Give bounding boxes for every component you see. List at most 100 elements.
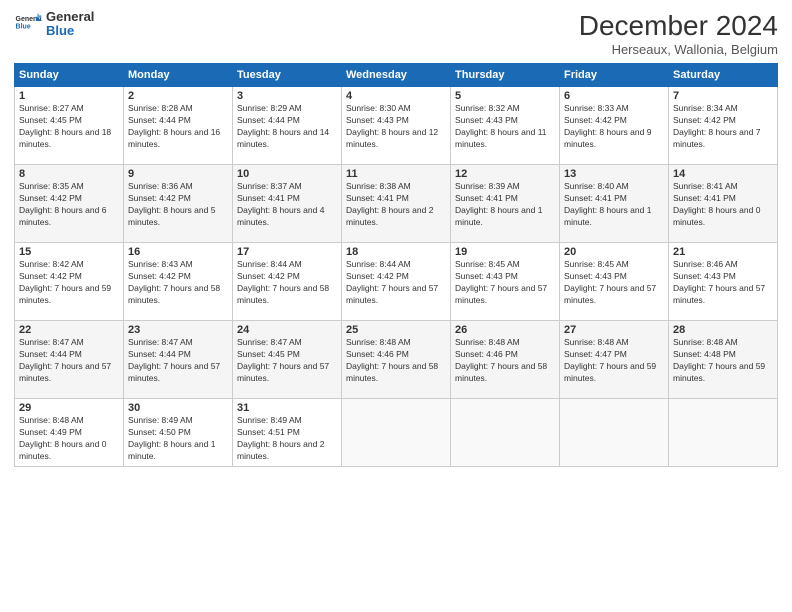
day-header-tuesday: Tuesday bbox=[233, 64, 342, 87]
calendar-cell: 24Sunrise: 8:47 AMSunset: 4:45 PMDayligh… bbox=[233, 321, 342, 399]
day-info: Sunrise: 8:39 AMSunset: 4:41 PMDaylight:… bbox=[455, 181, 555, 229]
day-info: Sunrise: 8:42 AMSunset: 4:42 PMDaylight:… bbox=[19, 259, 119, 307]
day-number: 7 bbox=[673, 90, 773, 102]
logo-line2: Blue bbox=[46, 23, 74, 38]
calendar-cell: 25Sunrise: 8:48 AMSunset: 4:46 PMDayligh… bbox=[342, 321, 451, 399]
day-number: 27 bbox=[564, 324, 664, 336]
day-number: 15 bbox=[19, 246, 119, 258]
calendar-cell bbox=[560, 399, 669, 467]
calendar-cell: 31Sunrise: 8:49 AMSunset: 4:51 PMDayligh… bbox=[233, 399, 342, 467]
day-info: Sunrise: 8:43 AMSunset: 4:42 PMDaylight:… bbox=[128, 259, 228, 307]
calendar-header-row: SundayMondayTuesdayWednesdayThursdayFrid… bbox=[15, 64, 778, 87]
calendar-cell: 2Sunrise: 8:28 AMSunset: 4:44 PMDaylight… bbox=[124, 87, 233, 165]
day-info: Sunrise: 8:28 AMSunset: 4:44 PMDaylight:… bbox=[128, 103, 228, 151]
svg-text:Blue: Blue bbox=[16, 24, 31, 31]
calendar-cell: 10Sunrise: 8:37 AMSunset: 4:41 PMDayligh… bbox=[233, 165, 342, 243]
day-number: 6 bbox=[564, 90, 664, 102]
calendar-cell: 1Sunrise: 8:27 AMSunset: 4:45 PMDaylight… bbox=[15, 87, 124, 165]
day-info: Sunrise: 8:48 AMSunset: 4:47 PMDaylight:… bbox=[564, 337, 664, 385]
calendar-cell: 15Sunrise: 8:42 AMSunset: 4:42 PMDayligh… bbox=[15, 243, 124, 321]
calendar-cell: 7Sunrise: 8:34 AMSunset: 4:42 PMDaylight… bbox=[669, 87, 778, 165]
day-info: Sunrise: 8:30 AMSunset: 4:43 PMDaylight:… bbox=[346, 103, 446, 151]
day-info: Sunrise: 8:32 AMSunset: 4:43 PMDaylight:… bbox=[455, 103, 555, 151]
calendar-cell: 8Sunrise: 8:35 AMSunset: 4:42 PMDaylight… bbox=[15, 165, 124, 243]
day-number: 8 bbox=[19, 168, 119, 180]
day-number: 23 bbox=[128, 324, 228, 336]
day-number: 17 bbox=[237, 246, 337, 258]
day-number: 20 bbox=[564, 246, 664, 258]
day-number: 19 bbox=[455, 246, 555, 258]
calendar-week-row: 8Sunrise: 8:35 AMSunset: 4:42 PMDaylight… bbox=[15, 165, 778, 243]
calendar-week-row: 1Sunrise: 8:27 AMSunset: 4:45 PMDaylight… bbox=[15, 87, 778, 165]
day-info: Sunrise: 8:35 AMSunset: 4:42 PMDaylight:… bbox=[19, 181, 119, 229]
logo-icon: General Blue bbox=[14, 10, 42, 38]
day-number: 24 bbox=[237, 324, 337, 336]
day-info: Sunrise: 8:29 AMSunset: 4:44 PMDaylight:… bbox=[237, 103, 337, 151]
month-title: December 2024 bbox=[579, 10, 778, 42]
day-number: 2 bbox=[128, 90, 228, 102]
calendar-cell bbox=[342, 399, 451, 467]
day-number: 9 bbox=[128, 168, 228, 180]
calendar-week-row: 29Sunrise: 8:48 AMSunset: 4:49 PMDayligh… bbox=[15, 399, 778, 467]
calendar-cell: 22Sunrise: 8:47 AMSunset: 4:44 PMDayligh… bbox=[15, 321, 124, 399]
day-header-sunday: Sunday bbox=[15, 64, 124, 87]
day-number: 31 bbox=[237, 402, 337, 414]
day-info: Sunrise: 8:44 AMSunset: 4:42 PMDaylight:… bbox=[237, 259, 337, 307]
day-number: 1 bbox=[19, 90, 119, 102]
calendar-cell: 9Sunrise: 8:36 AMSunset: 4:42 PMDaylight… bbox=[124, 165, 233, 243]
day-header-friday: Friday bbox=[560, 64, 669, 87]
day-number: 4 bbox=[346, 90, 446, 102]
day-number: 25 bbox=[346, 324, 446, 336]
day-header-wednesday: Wednesday bbox=[342, 64, 451, 87]
day-number: 18 bbox=[346, 246, 446, 258]
day-number: 16 bbox=[128, 246, 228, 258]
day-number: 13 bbox=[564, 168, 664, 180]
day-number: 10 bbox=[237, 168, 337, 180]
day-info: Sunrise: 8:48 AMSunset: 4:46 PMDaylight:… bbox=[346, 337, 446, 385]
calendar-cell bbox=[451, 399, 560, 467]
day-header-monday: Monday bbox=[124, 64, 233, 87]
day-number: 11 bbox=[346, 168, 446, 180]
day-number: 30 bbox=[128, 402, 228, 414]
day-info: Sunrise: 8:46 AMSunset: 4:43 PMDaylight:… bbox=[673, 259, 773, 307]
day-number: 26 bbox=[455, 324, 555, 336]
day-info: Sunrise: 8:27 AMSunset: 4:45 PMDaylight:… bbox=[19, 103, 119, 151]
day-info: Sunrise: 8:48 AMSunset: 4:49 PMDaylight:… bbox=[19, 415, 119, 463]
calendar-cell: 13Sunrise: 8:40 AMSunset: 4:41 PMDayligh… bbox=[560, 165, 669, 243]
day-number: 3 bbox=[237, 90, 337, 102]
title-section: December 2024 Herseaux, Wallonia, Belgiu… bbox=[579, 10, 778, 57]
calendar-cell: 20Sunrise: 8:45 AMSunset: 4:43 PMDayligh… bbox=[560, 243, 669, 321]
day-number: 14 bbox=[673, 168, 773, 180]
calendar-cell: 21Sunrise: 8:46 AMSunset: 4:43 PMDayligh… bbox=[669, 243, 778, 321]
day-info: Sunrise: 8:48 AMSunset: 4:48 PMDaylight:… bbox=[673, 337, 773, 385]
calendar-cell: 5Sunrise: 8:32 AMSunset: 4:43 PMDaylight… bbox=[451, 87, 560, 165]
calendar-cell: 28Sunrise: 8:48 AMSunset: 4:48 PMDayligh… bbox=[669, 321, 778, 399]
calendar-week-row: 15Sunrise: 8:42 AMSunset: 4:42 PMDayligh… bbox=[15, 243, 778, 321]
day-number: 28 bbox=[673, 324, 773, 336]
day-info: Sunrise: 8:45 AMSunset: 4:43 PMDaylight:… bbox=[455, 259, 555, 307]
day-info: Sunrise: 8:47 AMSunset: 4:44 PMDaylight:… bbox=[19, 337, 119, 385]
day-info: Sunrise: 8:34 AMSunset: 4:42 PMDaylight:… bbox=[673, 103, 773, 151]
day-info: Sunrise: 8:44 AMSunset: 4:42 PMDaylight:… bbox=[346, 259, 446, 307]
day-info: Sunrise: 8:49 AMSunset: 4:51 PMDaylight:… bbox=[237, 415, 337, 463]
day-info: Sunrise: 8:40 AMSunset: 4:41 PMDaylight:… bbox=[564, 181, 664, 229]
calendar-header: General Blue General Blue December 2024 … bbox=[14, 10, 778, 57]
day-number: 22 bbox=[19, 324, 119, 336]
calendar-cell: 27Sunrise: 8:48 AMSunset: 4:47 PMDayligh… bbox=[560, 321, 669, 399]
calendar-cell: 12Sunrise: 8:39 AMSunset: 4:41 PMDayligh… bbox=[451, 165, 560, 243]
calendar-cell bbox=[669, 399, 778, 467]
logo-text: General Blue bbox=[46, 10, 94, 39]
calendar-cell: 4Sunrise: 8:30 AMSunset: 4:43 PMDaylight… bbox=[342, 87, 451, 165]
calendar-week-row: 22Sunrise: 8:47 AMSunset: 4:44 PMDayligh… bbox=[15, 321, 778, 399]
calendar-cell: 29Sunrise: 8:48 AMSunset: 4:49 PMDayligh… bbox=[15, 399, 124, 467]
calendar-cell: 30Sunrise: 8:49 AMSunset: 4:50 PMDayligh… bbox=[124, 399, 233, 467]
calendar-cell: 16Sunrise: 8:43 AMSunset: 4:42 PMDayligh… bbox=[124, 243, 233, 321]
day-info: Sunrise: 8:48 AMSunset: 4:46 PMDaylight:… bbox=[455, 337, 555, 385]
calendar-cell: 18Sunrise: 8:44 AMSunset: 4:42 PMDayligh… bbox=[342, 243, 451, 321]
calendar-cell: 6Sunrise: 8:33 AMSunset: 4:42 PMDaylight… bbox=[560, 87, 669, 165]
logo: General Blue General Blue bbox=[14, 10, 94, 39]
day-info: Sunrise: 8:45 AMSunset: 4:43 PMDaylight:… bbox=[564, 259, 664, 307]
calendar-cell: 19Sunrise: 8:45 AMSunset: 4:43 PMDayligh… bbox=[451, 243, 560, 321]
day-info: Sunrise: 8:41 AMSunset: 4:41 PMDaylight:… bbox=[673, 181, 773, 229]
logo-line1: General bbox=[46, 9, 94, 24]
